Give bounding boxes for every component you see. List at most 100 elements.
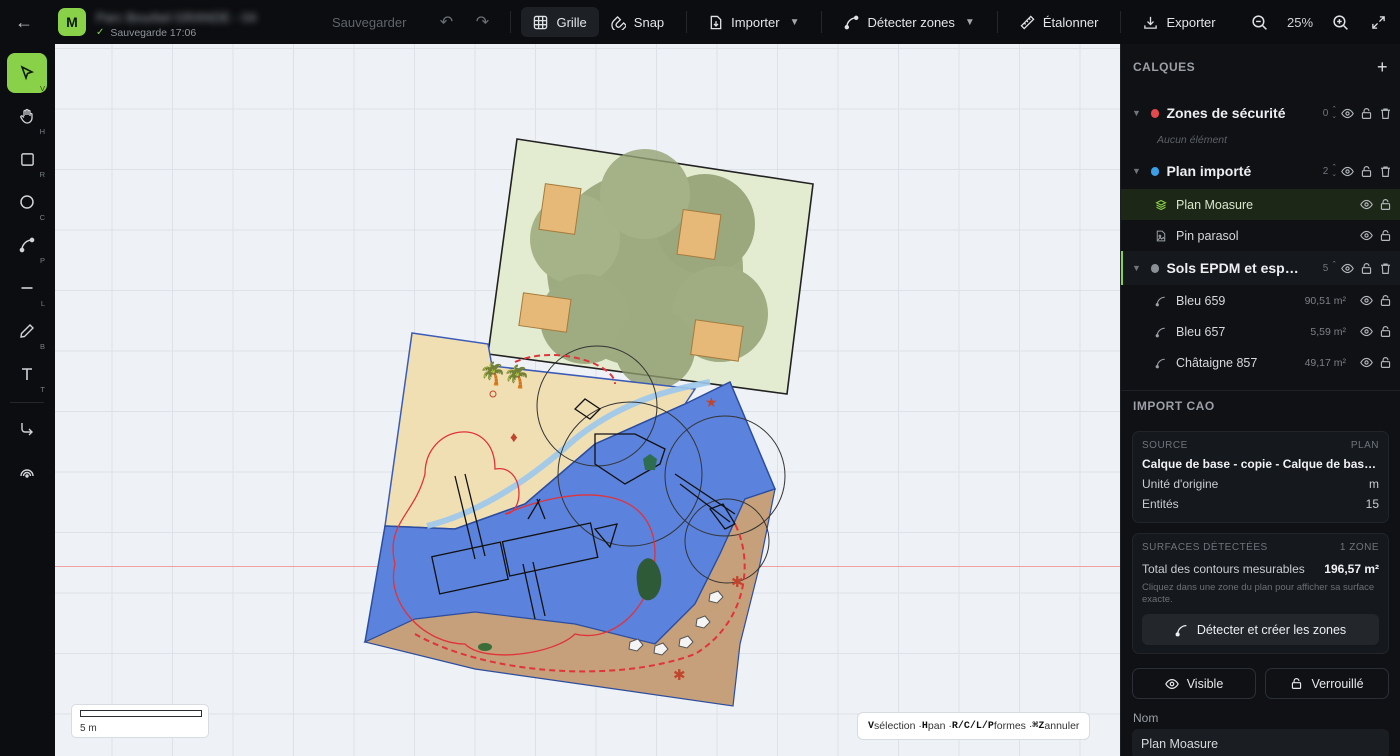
layer-group-imported-plan[interactable]: ▼ Plan importé 2 ⌃ ⌄ bbox=[1121, 157, 1400, 185]
toolbar-divider bbox=[821, 11, 823, 33]
layer-item-pin-parasol[interactable]: Pin parasol bbox=[1121, 220, 1400, 251]
circle-tool[interactable]: C bbox=[7, 182, 47, 222]
trash-icon[interactable] bbox=[1379, 165, 1392, 178]
hint-key-undo: ⌘Z bbox=[1032, 721, 1045, 732]
lock-icon[interactable] bbox=[1379, 294, 1392, 307]
layer-group-epdm[interactable]: ▼ Sols EPDM et espaces verts 5 ⌃ bbox=[1121, 251, 1400, 285]
path-tool[interactable]: P bbox=[7, 225, 47, 265]
hint-key-shapes: R/C/L/P bbox=[951, 720, 994, 732]
import-label: Importer bbox=[731, 14, 780, 30]
redo-icon[interactable]: ↷ bbox=[464, 6, 500, 38]
layer-group-safety[interactable]: ▼ Zones de sécurité 0 ⌃ ⌄ bbox=[1121, 99, 1400, 127]
eye-icon[interactable] bbox=[1341, 165, 1354, 178]
eye-icon[interactable] bbox=[1341, 262, 1354, 275]
layer-actions bbox=[1360, 229, 1392, 242]
snap-toggle-button[interactable]: Snap bbox=[599, 7, 676, 37]
visible-toggle-button[interactable]: Visible bbox=[1132, 668, 1256, 699]
layer-item-plan-moasure[interactable]: Plan Moasure bbox=[1121, 189, 1400, 220]
zoom-in-icon[interactable] bbox=[1332, 14, 1349, 31]
zoom-out-icon[interactable] bbox=[1251, 14, 1268, 31]
curve-path-icon bbox=[845, 15, 859, 29]
eye-icon[interactable] bbox=[1360, 294, 1373, 307]
signal-tool[interactable] bbox=[7, 452, 47, 492]
source-caption: SOURCE bbox=[1142, 440, 1188, 451]
name-field-label: Nom bbox=[1133, 711, 1159, 725]
layer-item-name: Bleu 659 bbox=[1176, 293, 1226, 308]
total-value: 196,57 m² bbox=[1324, 562, 1379, 576]
reorder-icon[interactable]: ⌃ bbox=[1331, 261, 1341, 275]
undo-icon[interactable]: ↶ bbox=[428, 6, 464, 38]
calibrate-button[interactable]: Étalonner bbox=[1008, 7, 1111, 37]
chevron-down-icon[interactable]: ▼ bbox=[1132, 166, 1144, 176]
select-tool[interactable]: V bbox=[7, 53, 47, 93]
detect-create-zones-button[interactable]: Détecter et créer les zones bbox=[1142, 614, 1379, 645]
eye-icon[interactable] bbox=[1360, 325, 1373, 338]
lock-icon[interactable] bbox=[1360, 262, 1373, 275]
export-button[interactable]: Exporter bbox=[1131, 7, 1227, 37]
chevron-down-icon[interactable]: ▼ bbox=[1132, 108, 1144, 118]
layer-actions bbox=[1360, 294, 1392, 307]
line-tool[interactable]: L bbox=[7, 268, 47, 308]
layer-item-bleu-657[interactable]: Bleu 657 5,59 m² bbox=[1121, 316, 1400, 347]
scale-label: 5 m bbox=[80, 723, 97, 734]
reorder-icon[interactable]: ⌃ ⌄ bbox=[1331, 106, 1341, 120]
zoom-level: 25% bbox=[1286, 14, 1314, 30]
pencil-tool[interactable]: B bbox=[7, 311, 47, 351]
locked-toggle-button[interactable]: Verrouillé bbox=[1265, 668, 1389, 699]
reorder-icon[interactable]: ⌃ ⌄ bbox=[1331, 164, 1341, 178]
lock-icon[interactable] bbox=[1379, 229, 1392, 242]
tool-shortcut: H bbox=[39, 127, 45, 136]
svg-text:🌴: 🌴 bbox=[503, 364, 530, 389]
lock-icon[interactable] bbox=[1360, 107, 1373, 120]
layer-item-bleu-659[interactable]: Bleu 659 90,51 m² bbox=[1121, 285, 1400, 316]
eye-icon[interactable] bbox=[1360, 198, 1373, 211]
text-tool[interactable]: T bbox=[7, 354, 47, 394]
entities-row: Entités 15 bbox=[1142, 494, 1379, 514]
rectangle-tool[interactable]: R bbox=[7, 139, 47, 179]
fullscreen-icon[interactable] bbox=[1371, 15, 1386, 30]
layers-header: CALQUES + bbox=[1121, 44, 1400, 90]
layer-item-name: Châtaigne 857 bbox=[1176, 355, 1258, 370]
project-name[interactable]: Parc Bourbel GRANDE - 04 bbox=[96, 10, 296, 25]
eye-icon[interactable] bbox=[1360, 356, 1373, 369]
surfaces-caption-row: SURFACES DÉTECTÉES 1 ZONE bbox=[1142, 542, 1379, 556]
grid-toggle-button[interactable]: Grille bbox=[521, 7, 599, 37]
tool-shortcut: L bbox=[40, 299, 45, 308]
app-logo[interactable]: M bbox=[58, 8, 86, 36]
eye-icon[interactable] bbox=[1360, 229, 1373, 242]
tool-shortcut: B bbox=[39, 342, 45, 351]
trash-icon[interactable] bbox=[1379, 107, 1392, 120]
layer-color-dot bbox=[1150, 108, 1160, 118]
lock-icon bbox=[1292, 678, 1302, 689]
import-cao-title: IMPORT CAO bbox=[1133, 399, 1215, 413]
hand-tool[interactable]: H bbox=[7, 96, 47, 136]
import-button[interactable]: Importer ▼ bbox=[697, 7, 811, 37]
surfaces-caption: SURFACES DÉTECTÉES bbox=[1142, 542, 1268, 553]
layer-actions bbox=[1341, 262, 1392, 275]
corner-arrow-icon bbox=[21, 423, 33, 436]
connector-tool[interactable] bbox=[7, 409, 47, 449]
lock-icon[interactable] bbox=[1379, 356, 1392, 369]
grid-icon bbox=[534, 15, 548, 29]
lock-icon[interactable] bbox=[1379, 198, 1392, 211]
hint-text: pan · bbox=[927, 720, 952, 732]
trash-icon[interactable] bbox=[1379, 262, 1392, 275]
layer-group-name: Plan importé bbox=[1166, 163, 1252, 179]
lock-icon[interactable] bbox=[1379, 325, 1392, 338]
layer-state-buttons: Visible Verrouillé bbox=[1132, 668, 1389, 699]
curve-path-icon bbox=[1175, 624, 1187, 636]
playground-plan-image[interactable]: 🌴 🌴 ★ ✱ ✱ ♦ bbox=[55, 44, 1120, 756]
detect-zones-button[interactable]: Détecter zones ▼ bbox=[832, 7, 986, 37]
layer-item-chataigne-857[interactable]: Châtaigne 857 49,17 m² bbox=[1121, 347, 1400, 378]
layers-stack-icon bbox=[1155, 199, 1169, 211]
layer-name-input[interactable]: Plan Moasure bbox=[1132, 729, 1389, 756]
entities-label: Entités bbox=[1142, 497, 1179, 511]
drawing-canvas[interactable]: 🌴 🌴 ★ ✱ ✱ ♦ 5 m V sélection · H pan · R/… bbox=[55, 44, 1120, 756]
eye-icon[interactable] bbox=[1341, 107, 1354, 120]
save-button[interactable]: Sauvegarder bbox=[332, 15, 406, 30]
lock-icon[interactable] bbox=[1360, 165, 1373, 178]
back-arrow-icon[interactable]: ← bbox=[0, 12, 48, 33]
add-layer-icon[interactable]: + bbox=[1377, 57, 1388, 78]
chevron-down-icon[interactable]: ▼ bbox=[1132, 263, 1144, 273]
arc-icon bbox=[20, 469, 34, 478]
